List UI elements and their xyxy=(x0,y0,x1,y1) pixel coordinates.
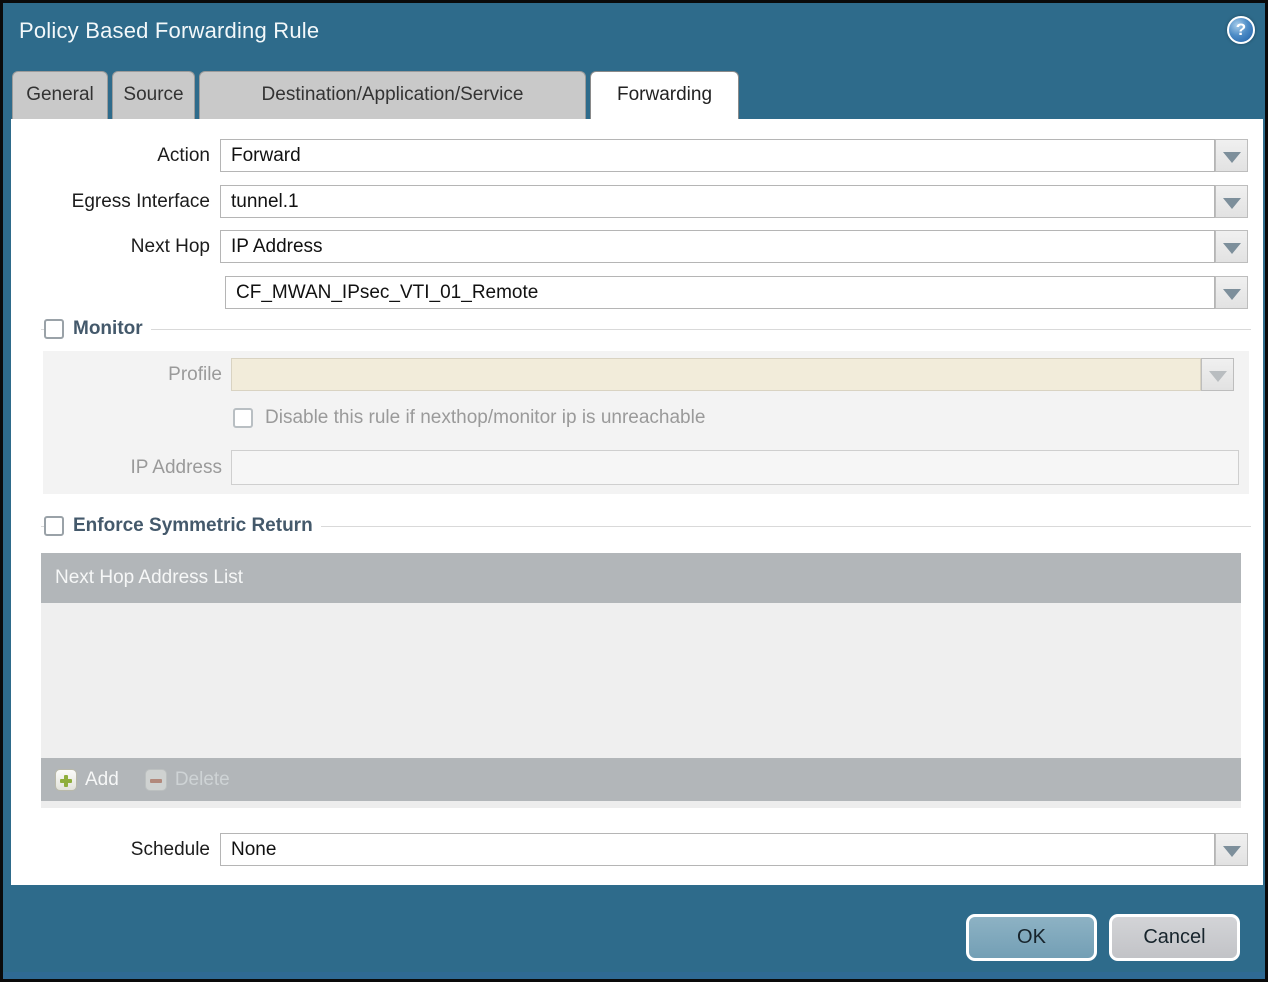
chevron-down-icon xyxy=(1223,198,1241,209)
chevron-down-icon xyxy=(1223,152,1241,163)
plus-icon xyxy=(55,768,77,791)
profile-dropdown-button xyxy=(1201,358,1234,391)
next-hop-type-select[interactable]: IP Address xyxy=(220,230,1215,263)
tab-general[interactable]: General xyxy=(12,71,108,119)
tab-source[interactable]: Source xyxy=(112,71,195,119)
monitor-section-divider xyxy=(41,329,1251,330)
chevron-down-icon xyxy=(1223,243,1241,254)
schedule-label: Schedule xyxy=(130,839,210,860)
disable-rule-checkbox[interactable] xyxy=(233,408,253,428)
next-hop-address-select[interactable]: CF_MWAN_IPsec_VTI_01_Remote xyxy=(225,276,1215,309)
bottom-strip xyxy=(3,972,1265,979)
chevron-down-icon xyxy=(1223,846,1241,857)
tab-destination-application-service[interactable]: Destination/Application/Service xyxy=(199,71,586,119)
help-icon[interactable]: ? xyxy=(1227,16,1255,44)
chevron-down-icon xyxy=(1209,371,1227,382)
disable-rule-row: Disable this rule if nexthop/monitor ip … xyxy=(233,407,705,429)
symmetric-return-section-header: Enforce Symmetric Return xyxy=(44,515,321,537)
tab-forwarding[interactable]: Forwarding xyxy=(590,71,739,119)
profile-label: Profile xyxy=(168,364,222,385)
monitor-section-header: Monitor xyxy=(44,318,151,340)
monitor-ip-address-input xyxy=(231,450,1239,485)
pbf-rule-dialog: Policy Based Forwarding Rule ? General S… xyxy=(0,0,1268,982)
cancel-button[interactable]: Cancel xyxy=(1109,914,1240,961)
schedule-dropdown-button[interactable] xyxy=(1215,833,1248,866)
monitor-checkbox[interactable] xyxy=(44,319,64,339)
forwarding-tab-panel: Action Forward Egress Interface tunnel.1… xyxy=(11,119,1263,885)
monitor-title: Monitor xyxy=(73,318,143,339)
minus-icon xyxy=(144,768,167,791)
egress-interface-label: Egress Interface xyxy=(71,191,210,212)
chevron-down-icon xyxy=(1223,289,1241,300)
disable-rule-label: Disable this rule if nexthop/monitor ip … xyxy=(265,407,706,428)
action-dropdown-button[interactable] xyxy=(1215,139,1248,172)
action-select[interactable]: Forward xyxy=(220,139,1215,172)
next-hop-address-list-toolbar: Add Delete xyxy=(41,758,1241,801)
delete-button-label: Delete xyxy=(174,768,230,790)
ok-button[interactable]: OK xyxy=(966,914,1097,961)
monitor-panel: Profile Disable this rule if nexthop/mon… xyxy=(43,351,1249,494)
next-hop-address-list-header: Next Hop Address List xyxy=(41,553,1241,603)
tab-bar: General Source Destination/Application/S… xyxy=(12,71,739,119)
next-hop-address-dropdown-button[interactable] xyxy=(1215,276,1248,309)
list-bottom-strip xyxy=(41,801,1241,808)
action-label: Action xyxy=(157,145,210,166)
egress-interface-dropdown-button[interactable] xyxy=(1215,185,1248,218)
egress-interface-select[interactable]: tunnel.1 xyxy=(220,185,1215,218)
symmetric-return-title: Enforce Symmetric Return xyxy=(73,515,313,536)
monitor-ip-address-label: IP Address xyxy=(130,457,222,478)
next-hop-address-list[interactable] xyxy=(41,603,1241,758)
question-mark-glyph: ? xyxy=(1235,20,1247,39)
add-button-label: Add xyxy=(85,768,119,790)
next-hop-label: Next Hop xyxy=(130,236,210,257)
dialog-title: Policy Based Forwarding Rule xyxy=(19,18,320,43)
schedule-select[interactable]: None xyxy=(220,833,1215,866)
next-hop-type-dropdown-button[interactable] xyxy=(1215,230,1248,263)
symmetric-return-checkbox[interactable] xyxy=(44,516,64,536)
delete-button: Delete xyxy=(144,768,230,791)
profile-select xyxy=(231,358,1201,391)
add-button[interactable]: Add xyxy=(55,768,119,791)
